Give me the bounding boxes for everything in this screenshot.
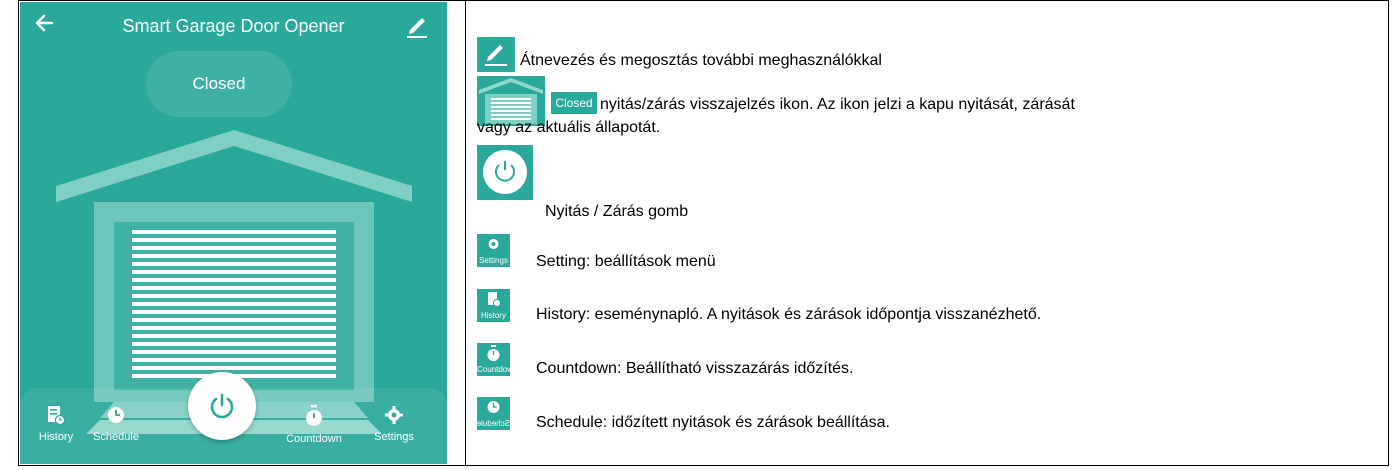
nav-settings-label: Settings: [374, 431, 414, 443]
nav-settings[interactable]: Settings: [362, 405, 426, 443]
nav-countdown[interactable]: Countdown: [282, 405, 346, 445]
clock-icon: [108, 407, 124, 423]
edit-icon: [485, 45, 507, 66]
history-icon: [48, 406, 65, 425]
timer-icon: [487, 345, 500, 361]
timer-icon: [306, 405, 322, 426]
legend-history-icon-label: History: [481, 311, 506, 320]
legend-countdown-text: Countdown: Beállítható visszazárás időzí…: [536, 360, 854, 377]
power-button[interactable]: [188, 372, 256, 440]
legend-edit-swatch: [477, 37, 515, 72]
door-status-indicator: Closed: [146, 51, 292, 117]
nav-schedule[interactable]: Schedule: [84, 405, 148, 443]
legend-settings-icon-label: Settings: [479, 256, 508, 265]
legend-settings-text: Setting: beállítások menü: [536, 253, 716, 270]
edit-icon[interactable]: [403, 12, 431, 40]
legend-settings-swatch: Settings: [477, 234, 510, 267]
legend-power-text: Nyitás / Zárás gomb: [545, 203, 689, 220]
legend-countdown-swatch: Countdown: [477, 343, 518, 376]
power-icon: [210, 393, 234, 419]
legend-feedback-text-1: nyitás/zárás visszajelzés ikon. Az ikon …: [600, 96, 1075, 113]
legend-rename-text: Átnevezés és megosztás további meghaszná…: [520, 52, 882, 69]
app-title: Smart Garage Door Opener: [122, 16, 345, 36]
nav-history-label: History: [38, 431, 74, 443]
legend-history-text: History: eseménynapló. A nyitások és zár…: [536, 306, 1042, 323]
nav-history[interactable]: History: [24, 405, 88, 443]
legend-history-swatch: History: [477, 289, 510, 322]
legend-feedback-text-2: vagy az aktuális állapotát.: [477, 119, 661, 136]
app-header: Smart Garage Door Opener: [20, 2, 447, 54]
power-icon: [483, 150, 527, 194]
phone-screen: Smart Garage Door Opener Closed History …: [20, 2, 447, 464]
legend-schedule-text: Schedule: időzített nyitások és zárások …: [536, 414, 890, 431]
clock-icon: [487, 401, 500, 413]
gear-icon: [488, 239, 499, 249]
gear-icon: [385, 406, 403, 424]
legend-countdown-icon-label: Countdown: [477, 365, 518, 374]
column-divider: [465, 0, 466, 466]
legend-schedule-icon-label: Schedule: [476, 419, 510, 428]
legend-schedule-swatch: Schedule: [477, 397, 510, 430]
legend-power-swatch: [477, 145, 533, 200]
nav-schedule-label: Schedule: [93, 431, 139, 443]
legend-closed-chip: Closed: [551, 92, 597, 114]
history-icon: [488, 292, 501, 307]
nav-countdown-label: Countdown: [286, 433, 342, 445]
